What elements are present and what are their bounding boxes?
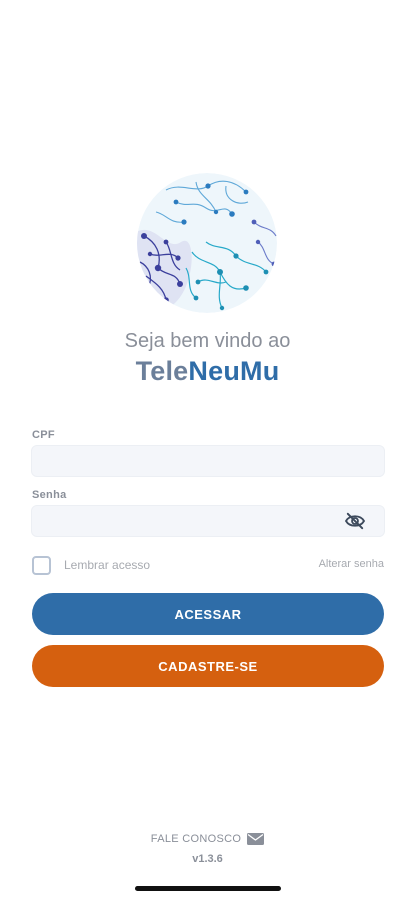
welcome-text: Seja bem vindo ao	[124, 330, 291, 352]
password-label: Senha	[32, 489, 67, 501]
eye-off-icon[interactable]	[344, 512, 366, 530]
password-input[interactable]	[31, 505, 385, 537]
contact-link[interactable]: FALE CONOSCO	[0, 833, 415, 845]
signup-button[interactable]: CADASTRE-SE	[32, 645, 384, 687]
access-button[interactable]: ACESSAR	[32, 593, 384, 635]
cpf-label: CPF	[32, 429, 55, 441]
remember-label: Lembrar acesso	[64, 558, 151, 572]
cpf-input[interactable]	[31, 445, 385, 477]
change-password-link[interactable]: Alterar senha	[319, 558, 384, 570]
home-indicator[interactable]	[135, 886, 281, 891]
contact-label: FALE CONOSCO	[150, 833, 242, 845]
brand-title: TeleNeuMu	[0, 356, 415, 387]
brand-suffix: NeuMu	[188, 356, 280, 386]
brand-prefix: Tele	[135, 356, 189, 386]
app-version: v1.3.6	[192, 853, 223, 865]
app-logo	[137, 173, 277, 313]
mail-icon	[247, 833, 265, 845]
remember-checkbox[interactable]	[32, 556, 51, 575]
